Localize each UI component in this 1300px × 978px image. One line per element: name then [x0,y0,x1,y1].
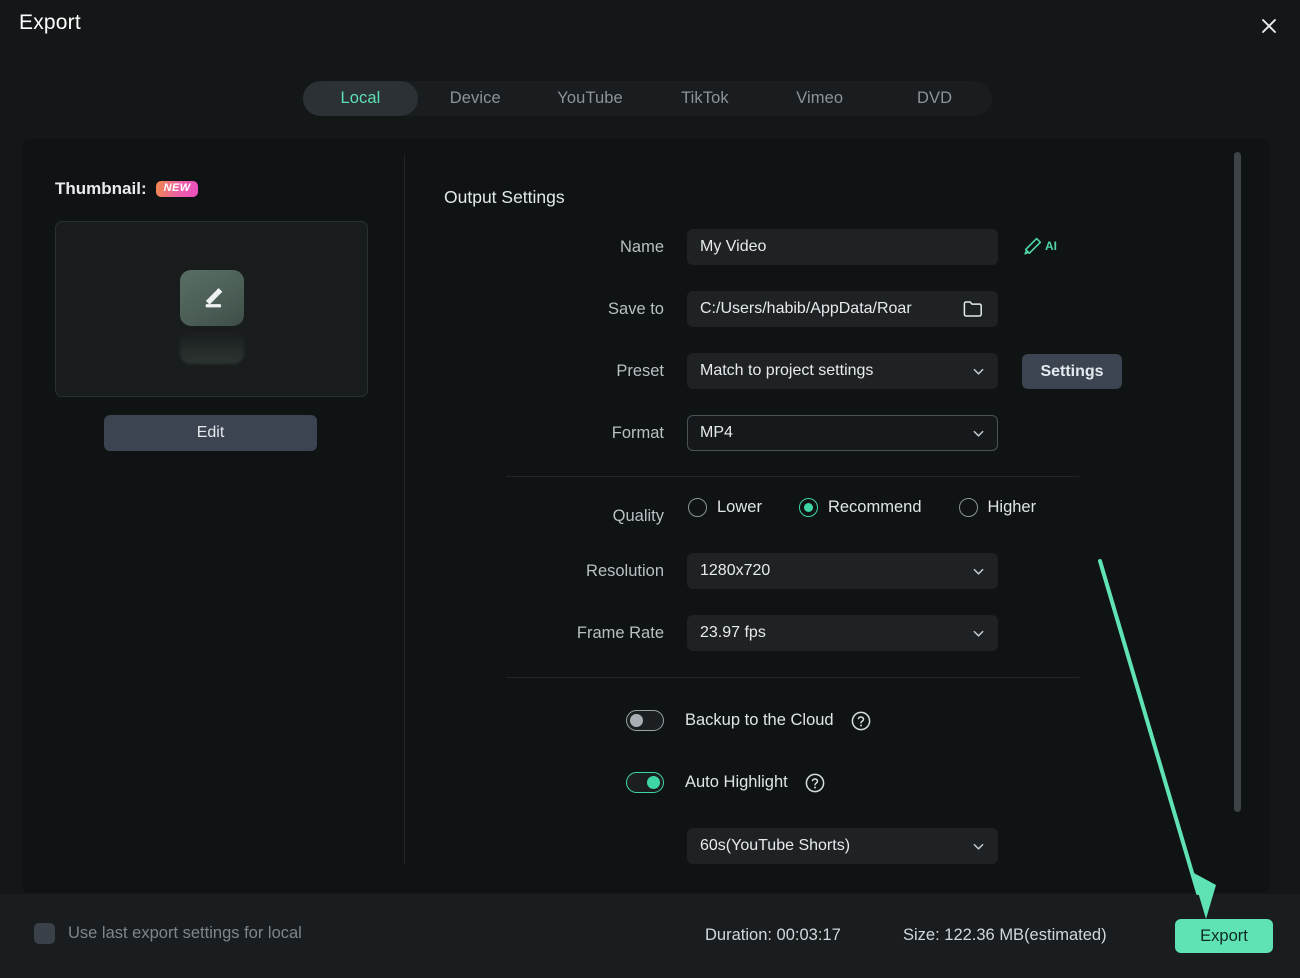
format-label: Format [611,424,664,442]
preset-label: Preset [616,362,664,380]
name-label: Name [619,238,664,256]
backup-cloud-toggle[interactable] [626,710,664,731]
settings-divider-bottom [506,677,1079,678]
radio-circle-icon [958,498,978,517]
resolution-label: Resolution [586,562,664,580]
title-bar: Export [0,0,1300,52]
quality-label: Quality [612,507,664,525]
help-circle-icon[interactable] [851,711,871,731]
thumbnail-icon-reflection [179,330,244,364]
chevron-down-icon [973,568,984,575]
panel-vertical-divider [404,155,405,865]
quality-option-lower[interactable]: Lower [688,498,762,517]
resolution-select[interactable]: 1280x720 [687,553,998,589]
thumbnail-preview[interactable] [55,221,368,397]
highlight-length-select[interactable]: 60s(YouTube Shorts) [687,828,998,864]
frame-rate-row: Frame Rate 23.97 fps [506,615,998,651]
settings-scrollbar[interactable] [1234,152,1241,812]
highlight-length-value: 60s(YouTube Shorts) [700,837,851,854]
scrollbar-thumb[interactable] [1234,152,1241,812]
tab-tiktok[interactable]: TikTok [647,81,762,116]
ai-pen-icon [1024,237,1042,255]
edit-thumbnail-button[interactable]: Edit [104,415,317,451]
chevron-down-icon [973,430,984,437]
thumbnail-label: Thumbnail: [55,179,147,198]
thumbnail-header: Thumbnail: NEW [55,179,199,199]
frame-rate-label: Frame Rate [576,624,664,642]
settings-divider-top [506,476,1079,477]
chevron-down-icon [973,368,984,375]
name-value: My Video [700,238,767,255]
backup-cloud-row: Backup to the Cloud [626,710,871,731]
new-badge: NEW [155,181,199,197]
format-row: Format MP4 [506,415,998,451]
tab-device[interactable]: Device [418,81,533,116]
save-to-row: Save to C:/Users/habib/AppData/Roar [506,291,998,327]
save-to-value: C:/Users/habib/AppData/Roar [700,300,912,317]
resolution-value: 1280x720 [700,562,771,579]
close-icon [1262,19,1276,33]
size-text: Size: 122.36 MB(estimated) [903,926,1107,944]
chevron-down-icon [973,630,984,637]
folder-icon[interactable] [963,300,983,318]
auto-highlight-row: Auto Highlight [626,772,825,793]
ai-label: AI [1045,239,1057,253]
quality-option-higher[interactable]: Higher [958,498,1037,517]
auto-highlight-label: Auto Highlight [685,773,788,791]
preset-settings-button[interactable]: Settings [1022,354,1122,389]
toggle-knob [630,713,643,727]
page-title: Export [19,11,81,34]
export-button[interactable]: Export [1175,919,1273,953]
tab-local[interactable]: Local [303,81,418,116]
output-settings-heading: Output Settings [444,187,565,207]
duration-text: Duration: 00:03:17 [705,926,841,944]
tab-dvd[interactable]: DVD [877,81,992,116]
radio-circle-selected-icon [798,498,818,517]
frame-rate-value: 23.97 fps [700,624,766,641]
radio-circle-icon [688,498,707,517]
tab-youtube[interactable]: YouTube [533,81,648,116]
quality-option-recommend-label: Recommend [827,498,922,516]
footer-bar: Use last export settings for local Durat… [0,894,1300,978]
use-last-settings-label: Use last export settings for local [68,924,302,942]
ai-rename-button[interactable]: AI [1022,232,1064,260]
chevron-down-icon [973,843,984,850]
toggle-knob [647,775,660,789]
close-button[interactable] [1251,8,1287,44]
resolution-row: Resolution 1280x720 [506,553,998,589]
quality-option-recommend[interactable]: Recommend [798,498,922,517]
preset-value: Match to project settings [700,362,874,379]
format-select[interactable]: MP4 [687,415,998,451]
help-circle-icon[interactable] [805,773,825,793]
quality-option-lower-label: Lower [717,498,762,516]
preset-select[interactable]: Match to project settings [687,353,998,389]
export-target-tabs: Local Device YouTube TikTok Vimeo DVD [303,81,992,116]
quality-option-higher-label: Higher [987,498,1037,516]
save-to-input[interactable]: C:/Users/habib/AppData/Roar [687,291,998,327]
format-value: MP4 [700,424,733,441]
frame-rate-select[interactable]: 23.97 fps [687,615,998,651]
save-to-label: Save to [608,300,664,318]
backup-cloud-label: Backup to the Cloud [685,711,834,729]
auto-highlight-toggle[interactable] [626,772,664,793]
preset-row: Preset Match to project settings [506,353,998,389]
use-last-settings-checkbox[interactable]: Use last export settings for local [21,923,302,944]
name-input[interactable]: My Video [687,229,998,265]
name-row: Name My Video [506,229,998,265]
pencil-edit-icon [179,270,244,326]
quality-radio-group: Lower Recommend Higher [688,498,1073,517]
tab-vimeo[interactable]: Vimeo [762,81,877,116]
checkbox-icon [34,923,55,944]
